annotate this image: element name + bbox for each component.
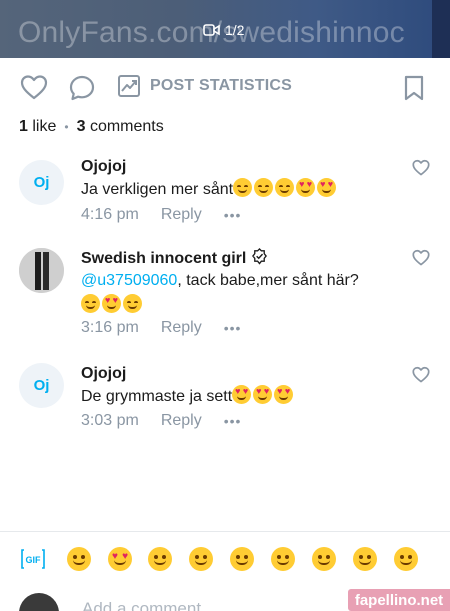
post-media[interactable]: OnlyFans.com/swedishinnoc 1/2 <box>0 0 450 58</box>
sweat-smile-emoji-button[interactable] <box>394 547 418 571</box>
smiling-face-emoji <box>254 178 274 197</box>
heart-icon <box>20 74 48 100</box>
more-options-button[interactable]: ••• <box>224 207 242 223</box>
comment-button[interactable] <box>68 74 96 102</box>
comment-text: @u37509060, tack babe,mer sånt här? <box>81 268 401 318</box>
comments-count[interactable]: 3 <box>77 118 86 136</box>
comment-meta: 3:16 pm Reply ••• <box>81 319 241 337</box>
comment-like-button[interactable] <box>412 366 430 388</box>
smirk-emoji-button[interactable] <box>148 547 172 571</box>
comment-text: De grymmaste ja sett <box>81 384 401 409</box>
likes-count[interactable]: 1 <box>19 118 28 136</box>
emoji-quick-bar: GIF <box>0 531 450 585</box>
heart-eyes-emoji <box>102 294 121 313</box>
comment-meta: 4:16 pm Reply ••• <box>81 206 241 224</box>
heart-eyes-emoji <box>274 385 294 404</box>
video-icon <box>203 23 220 37</box>
comment-body: Ja verkligen mer sånt <box>81 181 234 198</box>
comment-text: Ja verkligen mer sånt <box>81 177 401 202</box>
like-button[interactable] <box>20 74 48 100</box>
comments-label[interactable]: comments <box>90 118 164 136</box>
heart-icon <box>412 249 430 270</box>
comment-time: 3:03 pm <box>81 412 139 429</box>
heart-eyes-emoji <box>317 178 337 197</box>
comment-author[interactable]: Swedish innocent girl <box>81 248 268 270</box>
comment-body: , tack babe,mer sånt här? <box>177 272 359 289</box>
bookmark-icon <box>402 74 426 102</box>
statistics-chart-icon <box>117 74 141 98</box>
reply-button[interactable]: Reply <box>161 206 202 224</box>
avatar <box>19 593 59 611</box>
smiling-face-emoji <box>123 294 142 313</box>
comment-author[interactable]: Ojojoj <box>81 158 126 176</box>
smirk-emoji <box>81 294 100 313</box>
smiling-face-emoji-button[interactable] <box>67 547 91 571</box>
post-statistics-button[interactable]: POST STATISTICS <box>117 74 292 98</box>
media-edge <box>432 0 450 58</box>
comment-author-name: Swedish innocent girl <box>81 250 247 267</box>
comment-like-button[interactable] <box>412 159 430 181</box>
smile-emoji-button[interactable] <box>353 547 377 571</box>
avatar[interactable]: Oj <box>19 363 64 408</box>
post-actions: POST STATISTICS <box>0 70 450 108</box>
media-counter: 1/2 <box>203 22 244 38</box>
avatar[interactable] <box>19 248 64 293</box>
post-statistics-label: POST STATISTICS <box>150 77 292 94</box>
heart-icon <box>412 159 430 180</box>
site-watermark: fapellino.net <box>348 589 450 611</box>
comment-mention[interactable]: @u37509060 <box>81 272 177 289</box>
reply-button[interactable]: Reply <box>161 412 202 430</box>
smiley-emoji-button[interactable] <box>312 547 336 571</box>
heart-icon <box>412 366 430 387</box>
likes-label[interactable]: like <box>32 118 56 136</box>
reply-button[interactable]: Reply <box>161 319 202 337</box>
comment-meta: 3:03 pm Reply ••• <box>81 412 241 430</box>
avatar[interactable]: Oj <box>19 160 64 205</box>
gif-label: GIF <box>26 555 42 565</box>
joy-emoji-button[interactable] <box>271 547 295 571</box>
comment-body: De grymmaste ja sett <box>81 388 233 405</box>
smiling-face-emoji <box>233 178 253 197</box>
comment-author[interactable]: Ojojoj <box>81 365 126 383</box>
bookmark-button[interactable] <box>402 74 426 102</box>
comment-input[interactable]: Add a comment <box>82 599 201 611</box>
comment-like-button[interactable] <box>412 249 430 271</box>
grin-emoji-button[interactable] <box>230 547 254 571</box>
gif-icon[interactable]: GIF <box>21 549 45 569</box>
comment-time: 3:16 pm <box>81 319 139 336</box>
grinning-emoji-button[interactable] <box>189 547 213 571</box>
counts-separator: • <box>64 120 69 134</box>
heart-eyes-emoji <box>253 385 273 404</box>
comment-time: 4:16 pm <box>81 206 139 223</box>
more-options-button[interactable]: ••• <box>224 320 242 336</box>
media-counter-text: 1/2 <box>225 22 245 38</box>
heart-eyes-emoji <box>296 178 316 197</box>
more-options-button[interactable]: ••• <box>224 413 242 429</box>
comment-bubble-icon <box>68 74 96 102</box>
verified-icon <box>251 248 268 270</box>
smiling-face-emoji <box>275 178 295 197</box>
heart-eyes-emoji <box>232 385 252 404</box>
heart-eyes-emoji-button[interactable] <box>108 547 132 571</box>
post-counts: 1 like • 3 comments <box>19 118 164 136</box>
